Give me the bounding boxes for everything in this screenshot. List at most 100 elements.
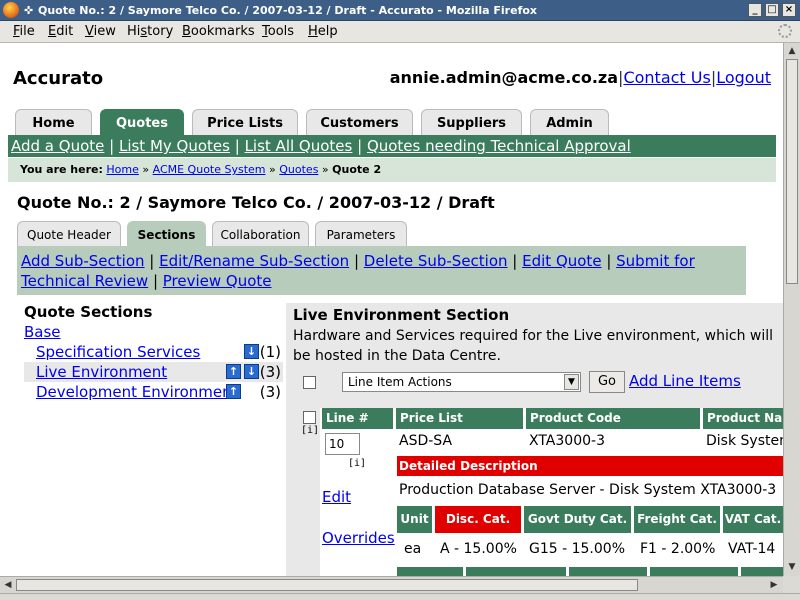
menu-file[interactable]: File	[13, 24, 35, 39]
tab-quotes[interactable]: Quotes	[100, 109, 184, 136]
menu-view[interactable]: View	[85, 24, 116, 39]
list-my-quotes-link[interactable]: List My Quotes	[119, 137, 230, 155]
tab-collaboration[interactable]: Collaboration	[212, 221, 309, 247]
breadcrumb-quotes[interactable]: Quotes	[279, 163, 318, 176]
section-row: Specification Services ↓ (1)	[24, 342, 283, 362]
info-icon[interactable]: [i]	[348, 458, 366, 469]
move-down-icon[interactable]: ↓	[244, 364, 259, 379]
next-header-row	[466, 567, 566, 576]
tab-quote-header[interactable]: Quote Header	[17, 221, 121, 247]
contact-us-link[interactable]: Contact Us	[623, 68, 710, 87]
select-all-checkbox[interactable]	[303, 376, 316, 389]
maximize-button[interactable]: □	[765, 3, 779, 17]
section-live-environment-link[interactable]: Live Environment	[36, 362, 167, 382]
menu-history[interactable]: History	[127, 24, 173, 39]
section-count: (3)	[259, 363, 281, 381]
menubar: File Edit View History Bookmarks Tools H…	[0, 21, 800, 43]
vertical-scrollbar[interactable]: ▲ ▼	[783, 43, 800, 576]
status-bar	[0, 593, 800, 600]
live-section-description: Hardware and Services required for the L…	[293, 328, 774, 364]
overrides-link[interactable]: Overrides	[322, 529, 395, 547]
section-row: Live Environment ↑ ↓ (3)	[24, 362, 283, 382]
section-base-link[interactable]: Base	[24, 323, 61, 341]
column-header-line-no: Line #	[322, 408, 393, 429]
column-header-price-list: Price List	[396, 408, 523, 429]
tab-price-lists[interactable]: Price Lists	[192, 109, 298, 136]
scroll-down-icon[interactable]: ▼	[785, 560, 799, 574]
edit-line-item-link[interactable]: Edit	[322, 488, 351, 506]
pin-icon[interactable]: ✜	[24, 0, 33, 21]
move-up-icon[interactable]: ↑	[226, 364, 241, 379]
vertical-scroll-thumb[interactable]	[786, 59, 798, 284]
breadcrumb: You are here: Home » ACME Quote System »…	[8, 158, 776, 182]
tab-parameters[interactable]: Parameters	[315, 221, 407, 247]
add-sub-section-link[interactable]: Add Sub-Section	[21, 252, 145, 270]
list-all-quotes-link[interactable]: List All Quotes	[245, 137, 353, 155]
close-button[interactable]: ×	[782, 3, 796, 17]
section-specification-services-link[interactable]: Specification Services	[36, 342, 200, 362]
add-quote-link[interactable]: Add a Quote	[11, 137, 104, 155]
detailed-description-header: Detailed Description	[397, 456, 783, 476]
next-header-row	[650, 567, 738, 576]
minimize-button[interactable]: _	[748, 3, 762, 17]
tab-suppliers[interactable]: Suppliers	[421, 109, 522, 136]
column-header-product-code: Product Code	[526, 408, 700, 429]
price-list-value: ASD-SA	[399, 433, 453, 449]
scroll-right-icon[interactable]: ▶	[767, 578, 781, 592]
quotes-needing-approval-link[interactable]: Quotes needing Technical Approval	[367, 137, 631, 155]
page-viewport: Accurato annie.admin@acme.co.za|Contact …	[0, 43, 783, 576]
firefox-icon	[3, 2, 19, 18]
window-titlebar[interactable]: ✜ Quote No.: 2 / Saymore Telco Co. / 200…	[0, 0, 800, 21]
quotes-subnav: Add a Quote | List My Quotes | List All …	[8, 135, 776, 157]
menu-tools[interactable]: Tools	[262, 24, 294, 39]
chevron-down-icon: ▼	[564, 374, 579, 390]
app-name: Accurato	[13, 68, 104, 89]
product-code-value: XTA3000-3	[529, 433, 605, 449]
tab-home[interactable]: Home	[15, 109, 92, 136]
go-button[interactable]: Go	[589, 371, 625, 393]
menu-edit[interactable]: Edit	[48, 24, 73, 39]
scroll-up-icon[interactable]: ▲	[785, 44, 799, 58]
column-header-govt-duty-cat: Govt Duty Cat.	[524, 506, 631, 533]
unit-value: ea	[404, 541, 422, 557]
line-number-input[interactable]: 10	[325, 433, 360, 455]
page-title: Quote No.: 2 / Saymore Telco Co. / 2007-…	[17, 193, 495, 212]
horizontal-scroll-thumb[interactable]	[16, 579, 638, 591]
tab-sections[interactable]: Sections	[127, 221, 206, 247]
disc-cat-value: A - 15.00%	[440, 541, 517, 557]
info-icon[interactable]: [i]	[301, 425, 319, 436]
breadcrumb-home[interactable]: Home	[106, 163, 138, 176]
move-up-icon[interactable]: ↑	[226, 384, 241, 399]
preview-quote-link[interactable]: Preview Quote	[163, 272, 272, 290]
section-row: Development Environment ↑ (3)	[24, 382, 283, 402]
vat-cat-value: VAT-14	[728, 541, 776, 557]
govt-duty-cat-value: G15 - 15.00%	[529, 541, 625, 557]
throbber-icon	[778, 24, 792, 38]
quote-sections-heading: Quote Sections	[24, 303, 153, 321]
add-line-items-link[interactable]: Add Line Items	[629, 372, 741, 390]
move-down-icon[interactable]: ↓	[244, 344, 259, 359]
section-count: (3)	[259, 383, 281, 401]
next-header-row	[397, 567, 463, 576]
scroll-left-icon[interactable]: ◀	[1, 578, 15, 592]
user-links: annie.admin@acme.co.za|Contact Us|Logout	[389, 68, 771, 87]
edit-sub-section-link[interactable]: Edit/Rename Sub-Section	[159, 252, 349, 270]
product-name-value: Disk System	[706, 433, 783, 449]
tab-customers[interactable]: Customers	[306, 109, 413, 136]
tab-admin[interactable]: Admin	[530, 109, 609, 136]
section-count: (1)	[259, 343, 281, 361]
menu-help[interactable]: Help	[308, 24, 338, 39]
breadcrumb-acme-quote-system[interactable]: ACME Quote System	[153, 163, 266, 176]
breadcrumb-current: Quote 2	[332, 163, 382, 176]
line-item-actions-select[interactable]: Line Item Actions ▼	[342, 372, 581, 392]
logout-link[interactable]: Logout	[716, 68, 771, 87]
horizontal-scrollbar[interactable]: ◀ ▶	[0, 576, 783, 593]
menu-bookmarks[interactable]: Bookmarks	[182, 24, 255, 39]
column-header-product-name: Product Name	[703, 408, 783, 429]
column-header-vat-cat: VAT Cat.	[723, 506, 783, 533]
line-item-checkbox[interactable]	[303, 411, 316, 424]
delete-sub-section-link[interactable]: Delete Sub-Section	[364, 252, 508, 270]
edit-quote-link[interactable]: Edit Quote	[522, 252, 601, 270]
section-development-environment-link[interactable]: Development Environment	[36, 382, 238, 402]
window-title: Quote No.: 2 / Saymore Telco Co. / 2007-…	[38, 4, 538, 17]
